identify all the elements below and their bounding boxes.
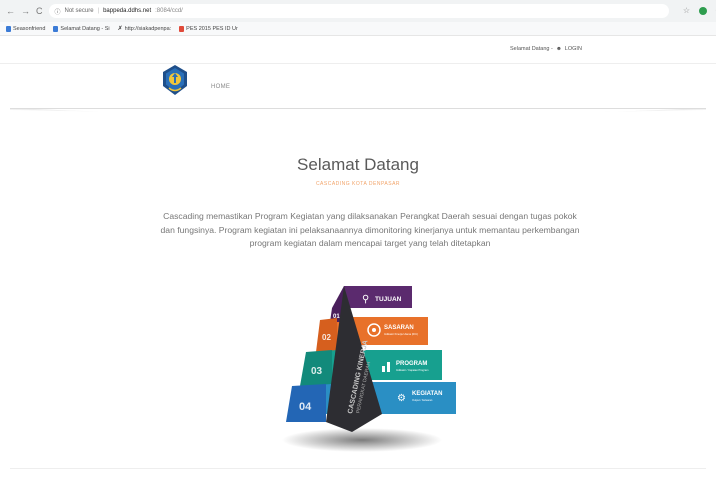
target-icon: ⚲ (362, 294, 369, 305)
forward-icon[interactable]: → (21, 6, 30, 16)
bookmark-label: Seasonfriend (13, 25, 46, 32)
header-shadow-divider (10, 108, 706, 116)
page-subtitle: CASCADING KOTA DENPASAR (315, 181, 401, 187)
step-number: 03 (311, 366, 323, 377)
page-title: Selamat Datang (297, 155, 419, 174)
gears-icon: ⚙ (397, 393, 406, 404)
level-subtext: Output / Keluaran (412, 398, 433, 402)
bookmark-favicon-icon (179, 25, 185, 32)
security-label: Not secure (64, 8, 94, 14)
bookmark-favicon-icon (6, 25, 11, 32)
bookmark-label: http://siakadpenpa: (124, 25, 172, 32)
browser-toolbar: ← → C ⓘ Not secure | bappeda.ddhs.net:80… (0, 0, 716, 22)
bookmark-favicon-icon: ✗ (117, 26, 123, 32)
url-path: :8084/ccd/ (155, 8, 183, 14)
bookmark-item[interactable]: Selamat Datang - Si (53, 25, 110, 32)
bookmark-star-icon[interactable]: ☆ (683, 7, 691, 15)
bookmark-label: PES 2015 PES ID Ur (186, 25, 238, 32)
step-03: 03 (300, 350, 332, 386)
step-number: 02 (322, 333, 331, 342)
bookmark-label: Selamat Datang - Si (60, 25, 110, 32)
site-header: HOME (0, 64, 716, 112)
step-04: 04 (286, 384, 326, 422)
bookmark-item[interactable]: PES 2015 PES ID Ur (179, 25, 238, 32)
intro-paragraph: Cascading memastikan Program Kegiatan ya… (160, 211, 580, 248)
login-link[interactable]: ☻ LOGIN (556, 46, 582, 52)
user-icon: ☻ (556, 46, 562, 52)
login-label: LOGIN (564, 46, 582, 52)
bookmarks-bar: Seasonfriend Selamat Datang - Si ✗ http:… (0, 22, 716, 36)
extension-icon[interactable] (698, 7, 707, 15)
bookmark-favicon-icon (53, 25, 59, 32)
top-strip: Selamat Datang - ☻ LOGIN (0, 36, 716, 64)
footer-divider (10, 468, 706, 469)
pyramid-shadow (282, 428, 442, 452)
address-separator: | (97, 8, 100, 14)
nav-home[interactable]: HOME (211, 84, 230, 90)
step-number: 04 (299, 401, 312, 413)
city-emblem-logo[interactable] (161, 64, 189, 96)
address-bar[interactable]: ⓘ Not secure | bappeda.ddhs.net:8084/ccd… (48, 4, 669, 18)
url-host: bappeda.ddhs.net (103, 8, 152, 14)
level-subtext: Indikator / Capaian Program (396, 368, 428, 372)
reload-icon[interactable]: C (36, 6, 43, 16)
level-label: PROGRAM (396, 361, 427, 367)
level-label: SASARAN (384, 325, 414, 331)
bookmark-item[interactable]: ✗ http://siakadpenpa: (117, 25, 172, 33)
back-icon[interactable]: ← (6, 6, 15, 16)
info-icon[interactable]: ⓘ (55, 7, 61, 16)
cascading-pyramid-infographic: ⚲ TUJUAN SASARAN Indikator Kinerja Utama… (282, 286, 456, 452)
level-subtext: Indikator Kinerja Utama (IKU) (384, 332, 418, 336)
level-label: TUJUAN (375, 296, 402, 303)
bookmark-item[interactable]: Seasonfriend (6, 25, 46, 32)
step-02: 02 (316, 318, 337, 352)
welcome-dropdown[interactable]: Selamat Datang - (510, 46, 553, 52)
level-label: KEGIATAN (412, 391, 442, 397)
